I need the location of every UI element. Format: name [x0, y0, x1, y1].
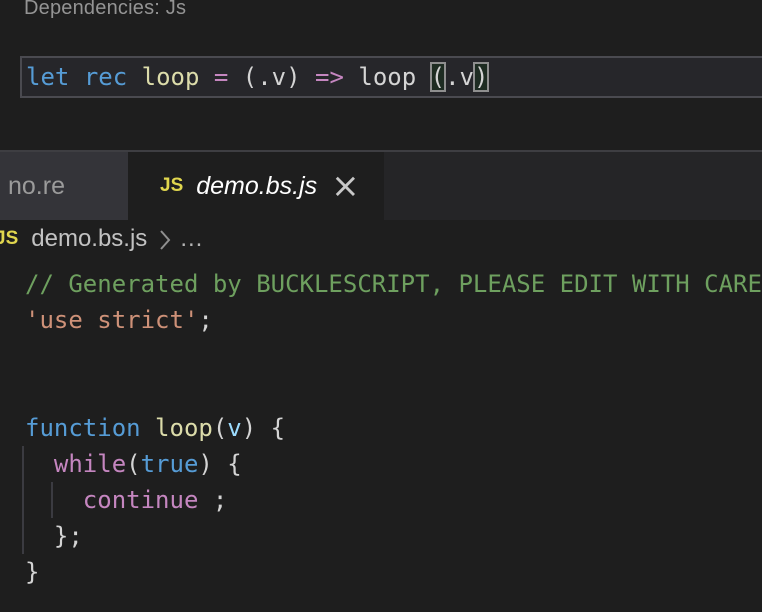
code-token: function [25, 414, 141, 442]
code-token: }; [25, 522, 83, 550]
code-token: true [141, 450, 199, 478]
code-line: // Generated by BUCKLESCRIPT, PLEASE EDI… [25, 266, 762, 302]
code-token: while [54, 450, 126, 478]
chevron-right-icon [157, 228, 172, 252]
breadcrumb-symbol-path[interactable]: ... [180, 225, 203, 253]
js-lang-icon: JS [160, 175, 183, 197]
code-token: loop [142, 63, 200, 91]
code-token [301, 63, 315, 91]
code-token: loop [358, 63, 416, 91]
code-line: function loop(v) { [25, 410, 762, 446]
code-token: ) [242, 414, 256, 442]
code-token [25, 450, 54, 478]
code-token: ( [431, 63, 445, 91]
tab-bar: no.re JS demo.bs.js × [0, 152, 762, 220]
js-lang-icon: JS [0, 228, 18, 250]
code-token: .v [445, 63, 474, 91]
code-token: = [214, 63, 228, 91]
code-line: while(true) { [25, 446, 762, 482]
code-line: }; [25, 518, 762, 554]
tab-demo-bs-js[interactable]: JS demo.bs.js × [128, 152, 384, 220]
breadcrumb: JS demo.bs.js ... [0, 220, 762, 258]
code-token: ) [198, 450, 212, 478]
code-token: 'use strict' [25, 306, 198, 334]
code-token: (.v) [243, 63, 301, 91]
tab-label: demo.bs.js [196, 172, 317, 201]
tabstrip-empty-area [384, 152, 762, 220]
code-token: // Generated by BUCKLESCRIPT, PLEASE EDI… [25, 270, 762, 298]
code-token [416, 63, 430, 91]
code-line: 'use strict'; [25, 302, 762, 338]
code-token: rec [84, 63, 127, 91]
top-editor-panel: Dependencies: Js let rec loop = (.v) => … [0, 0, 762, 150]
code-token: { [213, 450, 242, 478]
code-token [69, 63, 83, 91]
tab-demo-re[interactable]: no.re [0, 152, 128, 220]
code-line [25, 374, 762, 410]
reason-code-line[interactable]: let rec loop = (.v) => loop (.v) [20, 56, 762, 98]
indent-guide [51, 482, 53, 518]
code-token [141, 414, 155, 442]
code-token: ( [213, 414, 227, 442]
code-editor[interactable]: // Generated by BUCKLESCRIPT, PLEASE EDI… [0, 258, 762, 612]
code-token [228, 63, 242, 91]
code-token: } [25, 558, 39, 586]
breadcrumb-file[interactable]: demo.bs.js [31, 225, 147, 253]
code-token: ( [126, 450, 140, 478]
code-token: let [26, 63, 69, 91]
code-token [127, 63, 141, 91]
code-token: v [227, 414, 241, 442]
indent-guide [22, 446, 24, 554]
code-line [25, 338, 762, 374]
code-token: { [256, 414, 285, 442]
code-token: continue [83, 486, 199, 514]
code-token: => [315, 63, 344, 91]
code-token: ; [198, 306, 212, 334]
code-token [25, 486, 83, 514]
code-token: ) [474, 63, 488, 91]
code-token [344, 63, 358, 91]
code-token [199, 63, 213, 91]
code-line: continue ; [25, 482, 762, 518]
code-token: loop [155, 414, 213, 442]
code-line: } [25, 554, 762, 590]
dependencies-header: Dependencies: Js [24, 0, 186, 20]
close-icon[interactable]: × [331, 176, 360, 196]
code-token: ; [198, 486, 227, 514]
tab-label: no.re [8, 172, 65, 201]
